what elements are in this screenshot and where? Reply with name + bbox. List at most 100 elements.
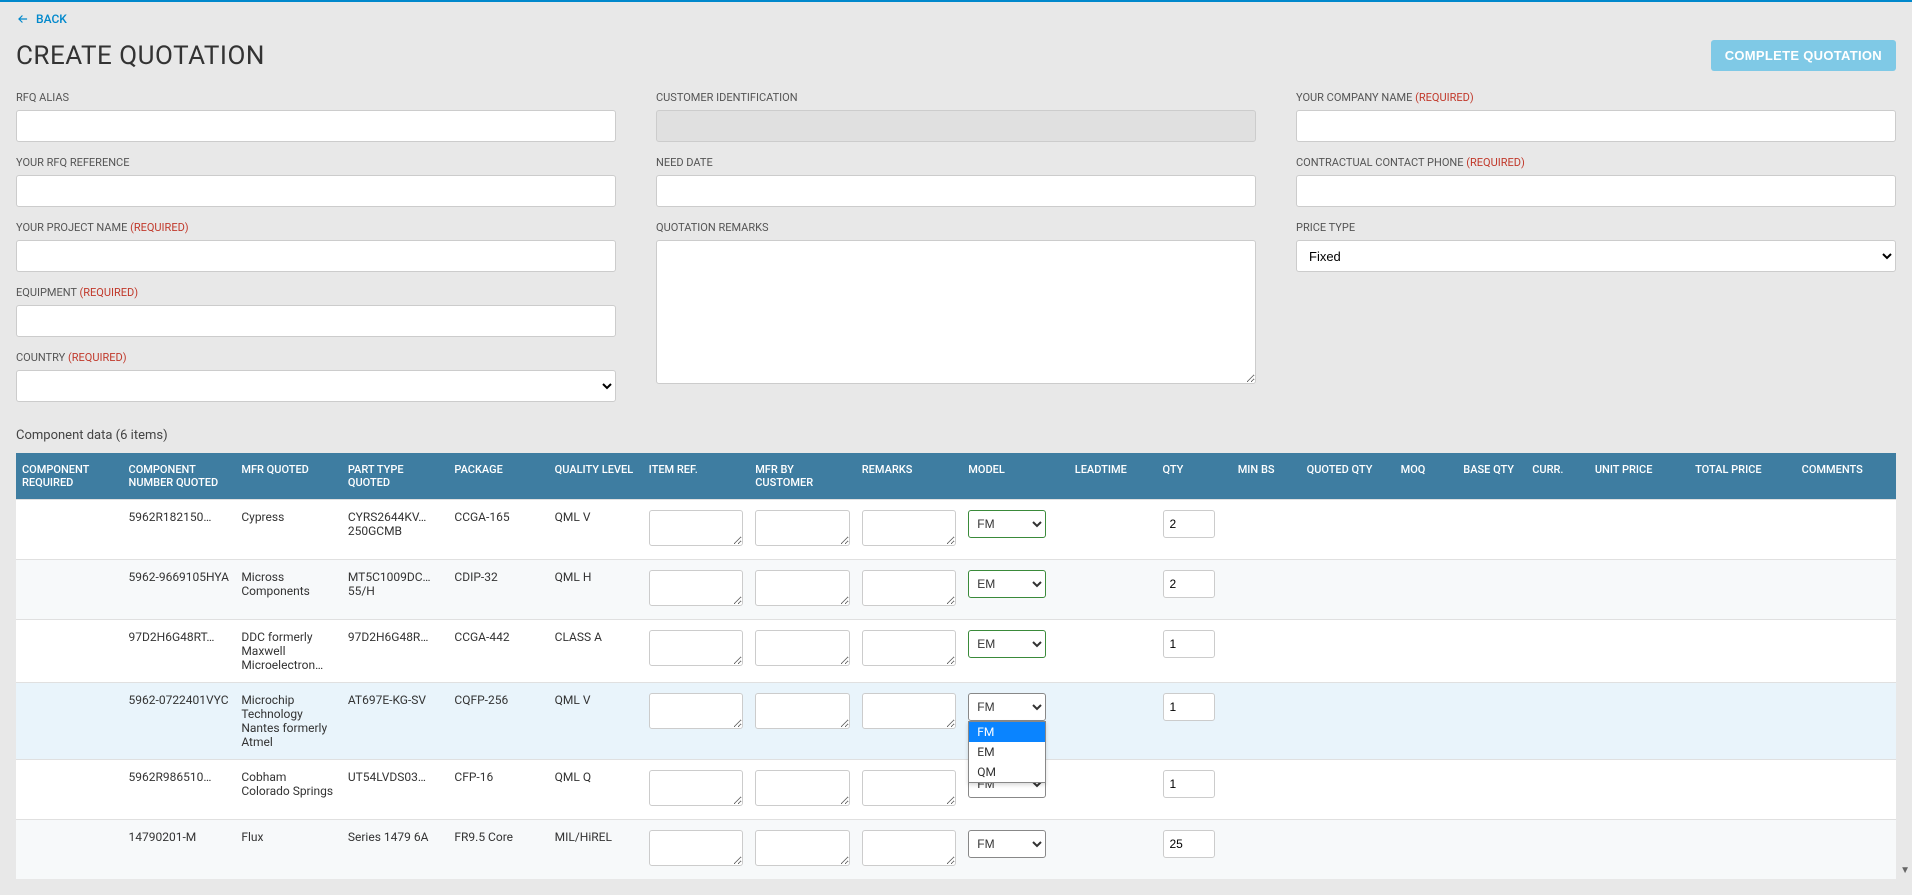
qty-input[interactable] (1163, 570, 1215, 598)
complete-quotation-button[interactable]: COMPLETE QUOTATION (1711, 40, 1896, 71)
column-header: MFR QUOTED (235, 453, 342, 500)
need-date-label: NEED DATE (656, 156, 1256, 169)
dropdown-option[interactable]: QM (969, 762, 1045, 782)
dropdown-option[interactable]: FM (969, 722, 1045, 742)
package-cell: CDIP-32 (448, 560, 548, 620)
component-number-cell: 5962-9669105HYA (123, 560, 236, 620)
table-row: 14790201-MFluxSeries 1479 6AFR9.5 CoreMI… (16, 820, 1896, 880)
table-row: 97D2H6G48RT…DDC formerly Maxwell Microel… (16, 620, 1896, 683)
price-type-select[interactable]: Fixed (1296, 240, 1896, 272)
contractual-contact-phone-input[interactable] (1296, 175, 1896, 207)
equipment-input[interactable] (16, 305, 616, 337)
remarks-input[interactable] (862, 630, 957, 666)
package-cell: CQFP-256 (448, 683, 548, 760)
column-header: COMPONENT REQUIRED (16, 453, 123, 500)
item-ref-input[interactable] (649, 770, 744, 806)
mfr-by-customer-input[interactable] (755, 830, 850, 866)
mfr-by-customer-input[interactable] (755, 770, 850, 806)
item-ref-input[interactable] (649, 630, 744, 666)
item-ref-input[interactable] (649, 830, 744, 866)
model-dropdown-list: FMEMQM (968, 721, 1046, 783)
part-type-cell: AT697E-KG-SV (342, 683, 449, 760)
back-link[interactable]: BACK (0, 2, 83, 36)
component-number-cell: 5962R986510… (123, 760, 236, 820)
your-rfq-reference-label: YOUR RFQ REFERENCE (16, 156, 616, 169)
table-row: 5962R182150…CypressCYRS2644KV… 250GCMBCC… (16, 500, 1896, 560)
model-select[interactable]: EM (968, 570, 1046, 598)
mfr-by-customer-input[interactable] (755, 630, 850, 666)
mfr-cell: DDC formerly Maxwell Microelectron… (235, 620, 342, 683)
package-cell: CFP-16 (448, 760, 548, 820)
part-type-cell: UT54LVDS03… (342, 760, 449, 820)
mfr-cell: Cobham Colorado Springs (235, 760, 342, 820)
mfr-cell: Flux (235, 820, 342, 880)
column-header: UNIT PRICE (1589, 453, 1689, 500)
part-type-cell: CYRS2644KV… 250GCMB (342, 500, 449, 560)
qty-input[interactable] (1163, 510, 1215, 538)
column-header: PART TYPE QUOTED (342, 453, 449, 500)
mfr-cell: Microchip Technology Nantes formerly Atm… (235, 683, 342, 760)
price-type-label: PRICE TYPE (1296, 221, 1896, 234)
need-date-input[interactable] (656, 175, 1256, 207)
your-rfq-reference-input[interactable] (16, 175, 616, 207)
table-row: 5962R986510…Cobham Colorado SpringsUT54L… (16, 760, 1896, 820)
country-select[interactable] (16, 370, 616, 402)
rfq-alias-label: RFQ ALIAS (16, 91, 616, 104)
mfr-cell: Micross Components (235, 560, 342, 620)
mfr-by-customer-input[interactable] (755, 693, 850, 729)
page-title: CREATE QUOTATION (16, 41, 265, 71)
column-header: MFR BY CUSTOMER (749, 453, 856, 500)
item-ref-input[interactable] (649, 693, 744, 729)
mfr-by-customer-input[interactable] (755, 510, 850, 546)
qty-input[interactable] (1163, 630, 1215, 658)
remarks-input[interactable] (862, 770, 957, 806)
your-project-name-input[interactable] (16, 240, 616, 272)
model-select[interactable]: FM (968, 830, 1046, 858)
qty-input[interactable] (1163, 693, 1215, 721)
column-header: MOQ (1395, 453, 1458, 500)
your-project-name-label: YOUR PROJECT NAME (Required) (16, 221, 616, 234)
quotation-remarks-textarea[interactable] (656, 240, 1256, 384)
column-header: BASE QTY (1457, 453, 1526, 500)
remarks-input[interactable] (862, 570, 957, 606)
qty-input[interactable] (1163, 830, 1215, 858)
column-header: COMPONENT NUMBER QUOTED (123, 453, 236, 500)
package-cell: CCGA-165 (448, 500, 548, 560)
column-header: QTY (1157, 453, 1232, 500)
quality-cell: CLASS A (549, 620, 643, 683)
mfr-cell: Cypress (235, 500, 342, 560)
component-number-cell: 14790201-M (123, 820, 236, 880)
remarks-input[interactable] (862, 510, 957, 546)
scroll-down-icon: ▼ (1900, 865, 1910, 876)
table-row: 5962-0722401VYCMicrochip Technology Nant… (16, 683, 1896, 760)
part-type-cell: 97D2H6G48R… (342, 620, 449, 683)
your-company-name-input[interactable] (1296, 110, 1896, 142)
remarks-input[interactable] (862, 693, 957, 729)
item-ref-input[interactable] (649, 570, 744, 606)
dropdown-option[interactable]: EM (969, 742, 1045, 762)
model-select[interactable]: FM (968, 510, 1046, 538)
model-select[interactable]: EM (968, 630, 1046, 658)
rfq-alias-input[interactable] (16, 110, 616, 142)
customer-identification-label: CUSTOMER IDENTIFICATION (656, 91, 1256, 104)
part-type-cell: Series 1479 6A (342, 820, 449, 880)
item-ref-input[interactable] (649, 510, 744, 546)
column-header: LEADTIME (1069, 453, 1157, 500)
column-header: TOTAL PRICE (1689, 453, 1796, 500)
model-select[interactable]: FM (968, 693, 1046, 721)
column-header: QUOTED QTY (1301, 453, 1395, 500)
arrow-left-icon (16, 12, 30, 26)
part-type-cell: MT5C1009DC… 55/H (342, 560, 449, 620)
quality-cell: QML H (549, 560, 643, 620)
package-cell: FR9.5 Core (448, 820, 548, 880)
top-accent-bar (0, 0, 1912, 2)
component-number-cell: 97D2H6G48RT… (123, 620, 236, 683)
column-header: CURR. (1526, 453, 1589, 500)
customer-identification-input (656, 110, 1256, 142)
column-header: MODEL (962, 453, 1069, 500)
component-data-label: Component data (6 items) (0, 428, 1912, 453)
qty-input[interactable] (1163, 770, 1215, 798)
remarks-input[interactable] (862, 830, 957, 866)
mfr-by-customer-input[interactable] (755, 570, 850, 606)
component-number-cell: 5962-0722401VYC (123, 683, 236, 760)
